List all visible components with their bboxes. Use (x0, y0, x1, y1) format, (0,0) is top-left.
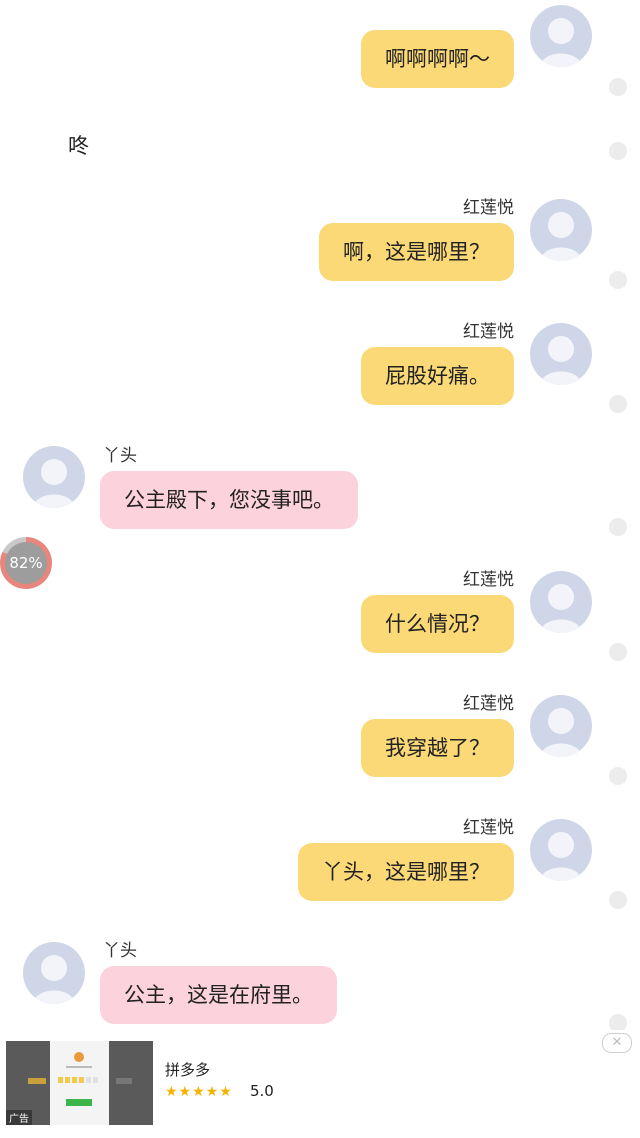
avatar[interactable] (530, 5, 592, 67)
sender-name: 红莲悦 (463, 198, 514, 218)
ad-rating: 5.0 (250, 1082, 274, 1100)
status-dot (609, 78, 627, 96)
message-bubble[interactable]: 什么情况？ (361, 595, 514, 653)
avatar[interactable] (530, 323, 592, 385)
ad-title[interactable]: 拼多多 (165, 1059, 210, 1080)
sender-name: 红莲悦 (463, 322, 514, 342)
status-dot (609, 271, 627, 289)
message-bubble[interactable]: 啊，这是哪里？ (319, 223, 514, 281)
sender-name: 丫头 (103, 941, 137, 961)
status-dot (609, 767, 627, 785)
message-bubble[interactable]: 屁股好痛。 (361, 347, 514, 405)
ad-banner[interactable]: 广告 拼多多 ★★★★★ 5.0 ✕ (0, 1030, 640, 1138)
message-bubble[interactable]: 我穿越了？ (361, 719, 514, 777)
close-icon[interactable]: ✕ (602, 1033, 632, 1053)
avatar[interactable] (530, 571, 592, 633)
avatar[interactable] (530, 819, 592, 881)
avatar[interactable] (530, 199, 592, 261)
message-bubble[interactable]: 公主，这是在府里。 (100, 966, 337, 1024)
avatar[interactable] (23, 942, 85, 1004)
message-bubble[interactable]: 啊啊啊啊～ (361, 30, 514, 88)
status-dot (609, 891, 627, 909)
narration-text: 咚 (68, 134, 89, 158)
reading-progress-indicator[interactable]: 82% (0, 537, 52, 589)
chat-area[interactable]: 啊啊啊啊～ 咚 红莲悦 啊，这是哪里？ 红莲悦 屁股好痛。 丫头 公主殿下，您没… (0, 0, 640, 1030)
status-dot (609, 395, 627, 413)
message-bubble[interactable]: 公主殿下，您没事吧。 (100, 471, 358, 529)
sender-name: 红莲悦 (463, 818, 514, 838)
sender-name: 丫头 (103, 446, 137, 466)
rating-stars-icon: ★★★★★ (165, 1084, 233, 1100)
status-dot (609, 518, 627, 536)
ad-badge: 广告 (6, 1110, 32, 1125)
sender-name: 红莲悦 (463, 694, 514, 714)
avatar[interactable] (530, 695, 592, 757)
status-dot (609, 1014, 627, 1030)
status-dot (609, 643, 627, 661)
ad-image[interactable]: 广告 (6, 1041, 153, 1125)
avatar[interactable] (23, 446, 85, 508)
progress-label: 82% (5, 542, 47, 584)
sender-name: 红莲悦 (463, 570, 514, 590)
status-dot (609, 142, 627, 160)
message-bubble[interactable]: 丫头，这是哪里？ (298, 843, 514, 901)
